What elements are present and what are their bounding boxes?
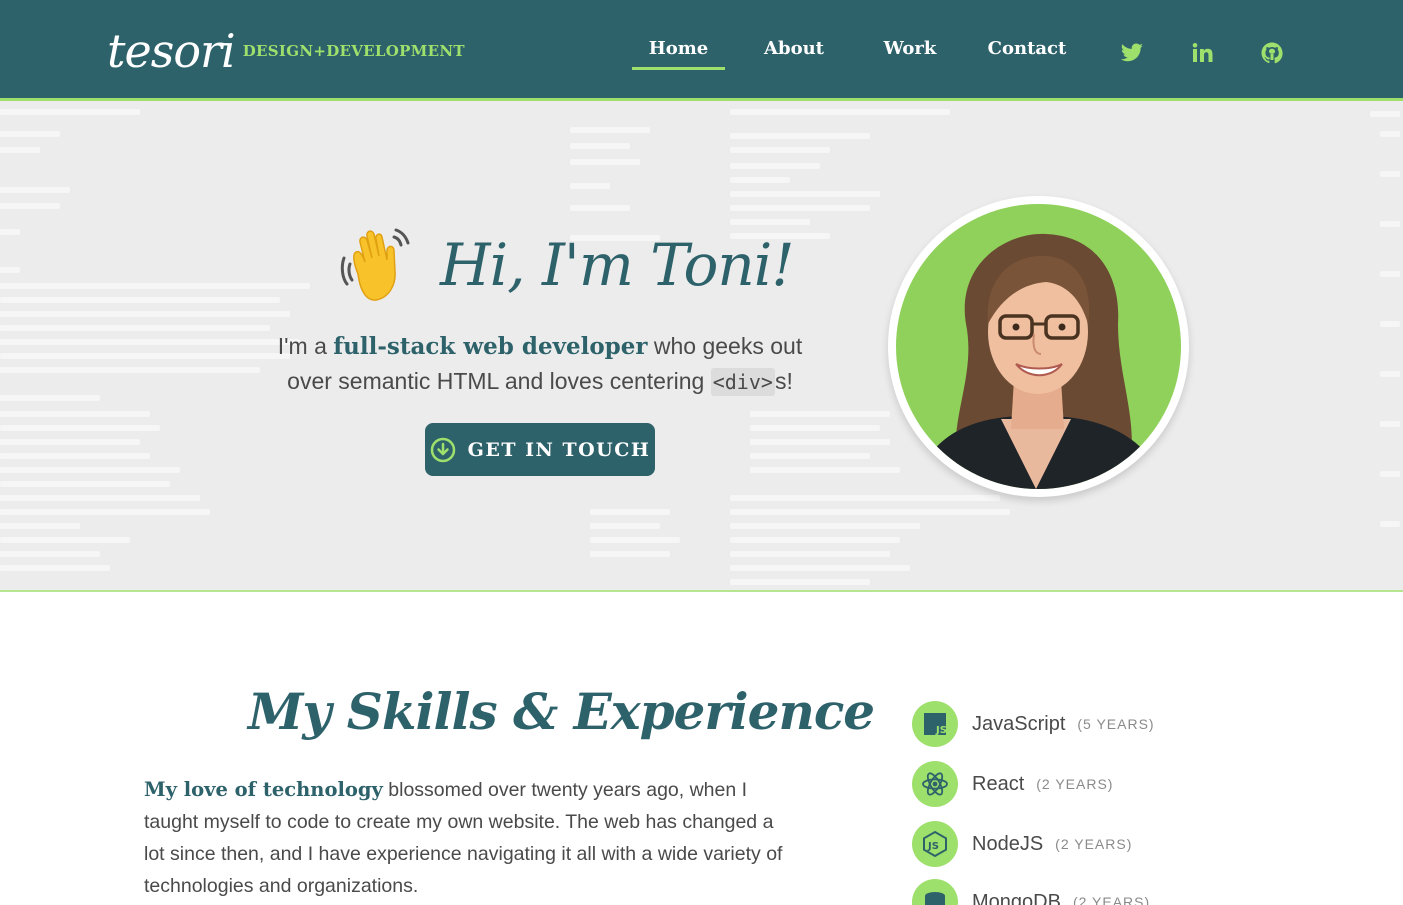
skill-name: NodeJS <box>972 832 1044 855</box>
div-code: <div> <box>710 368 775 396</box>
nav-home[interactable]: Home <box>632 38 725 70</box>
skills-title: My Skills & Experience <box>248 682 875 741</box>
svg-text:JS: JS <box>927 841 939 852</box>
hero-title: Hi, I'm Toni! <box>336 225 795 305</box>
skill-nodejs: JS NodeJS (2 YEARS) <box>912 821 1132 867</box>
logo-script: tesori <box>107 24 236 78</box>
mongodb-icon <box>912 879 958 905</box>
skill-years: (2 YEARS) <box>1055 836 1133 852</box>
javascript-icon: JS <box>912 701 958 747</box>
logo-tagline: DESIGN+DEVELOPMENT <box>242 42 465 60</box>
skill-years: (2 YEARS) <box>1036 776 1114 792</box>
arrow-down-circle-icon <box>430 437 455 462</box>
get-in-touch-button[interactable]: GET IN TOUCH <box>425 423 655 476</box>
twitter-icon[interactable] <box>1119 40 1145 66</box>
nav-about[interactable]: About <box>754 38 834 70</box>
nav-work[interactable]: Work <box>872 38 948 70</box>
get-in-touch-label: GET IN TOUCH <box>467 438 651 461</box>
skills-intro: My love of technology blossomed over twe… <box>144 778 783 897</box>
github-icon[interactable] <box>1259 40 1285 66</box>
hero-text: I'm a full-stack web developer who geeks… <box>277 333 803 396</box>
hero-highlight: full-stack web developer <box>333 333 648 360</box>
skill-javascript: JS JavaScript (5 YEARS) <box>912 701 1155 747</box>
site-logo[interactable]: tesori DESIGN+DEVELOPMENT <box>107 22 465 74</box>
skill-years: (5 YEARS) <box>1077 716 1155 732</box>
svg-text:JS: JS <box>935 725 947 736</box>
site-header: tesori DESIGN+DEVELOPMENT Home About Wor… <box>0 0 1403 101</box>
nodejs-icon: JS <box>912 821 958 867</box>
hero-section: Hi, I'm Toni! I'm a full-stack web devel… <box>0 101 1403 590</box>
profile-photo <box>888 196 1189 497</box>
waving-hand-icon <box>340 228 410 301</box>
skill-name: JavaScript <box>972 712 1066 735</box>
hero-divider <box>0 590 1403 599</box>
skill-react: React (2 YEARS) <box>912 761 1113 807</box>
skill-mongodb: MongoDB (2 YEARS) <box>912 879 1150 905</box>
nav-contact[interactable]: Contact <box>984 38 1070 70</box>
skill-years: (2 YEARS) <box>1072 894 1151 905</box>
skills-intro-highlight: My love of technology <box>144 778 383 801</box>
skill-name: React <box>972 772 1025 795</box>
linkedin-icon[interactable] <box>1189 40 1215 66</box>
react-icon <box>912 761 958 807</box>
skill-name: MongoDB <box>972 890 1061 905</box>
hero-heading: Hi, I'm Toni! <box>440 231 795 299</box>
